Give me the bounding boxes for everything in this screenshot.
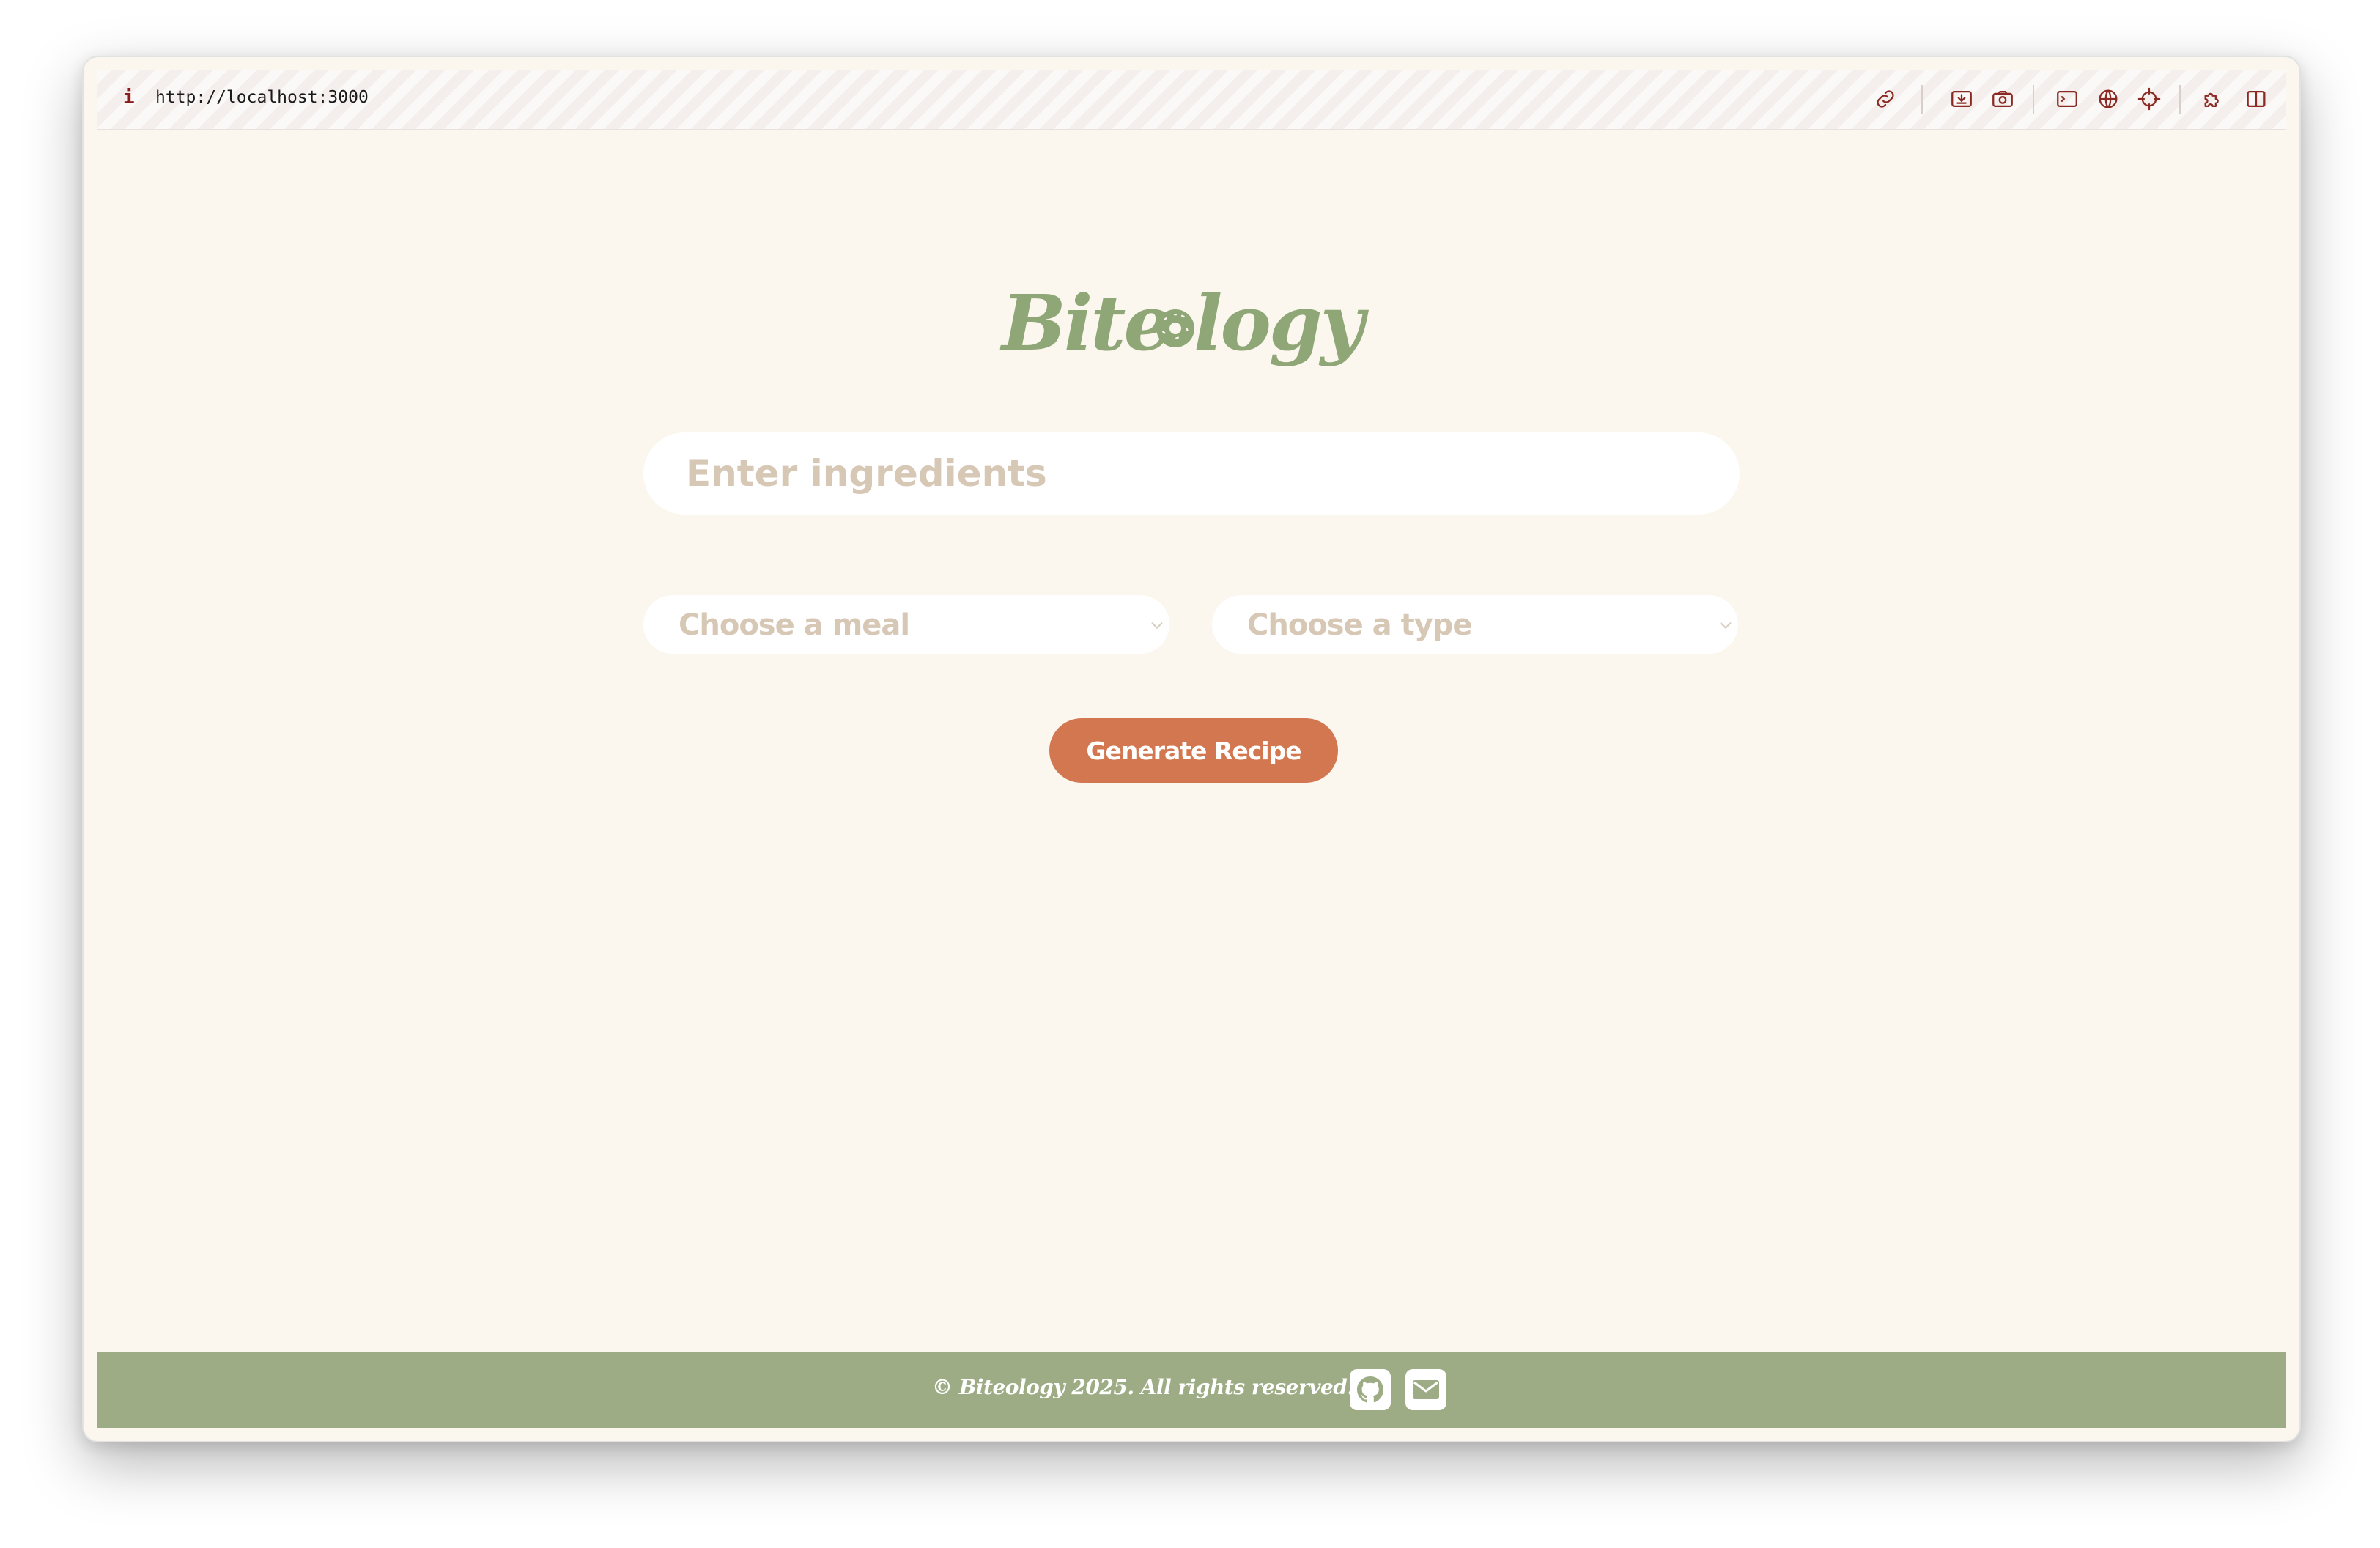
link-icon[interactable] <box>1873 86 1898 111</box>
ingredients-input[interactable] <box>643 432 1740 515</box>
biteology-logo[interactable]: Bite logy <box>1002 276 1383 386</box>
generate-recipe-button[interactable]: Generate Recipe <box>1049 718 1338 783</box>
type-select-placeholder: Choose a type <box>1247 608 1473 642</box>
url-bar[interactable]: http://localhost:3000 <box>155 88 369 107</box>
browser-window: i http://localhost:3000 Bite logy Enter … <box>82 56 2301 1442</box>
info-icon[interactable]: i <box>123 86 135 108</box>
meal-select-placeholder: Choose a meal <box>679 608 910 642</box>
toolbar-divider <box>2033 85 2034 114</box>
browser-viewport: i http://localhost:3000 Bite logy Enter … <box>97 70 2286 1428</box>
github-icon[interactable] <box>1350 1369 1391 1410</box>
split-view-icon[interactable] <box>2244 86 2269 111</box>
type-select[interactable]: Choose a type <box>1212 595 1738 654</box>
toolbar-divider <box>2179 85 2181 114</box>
meal-select[interactable]: Choose a meal <box>643 595 1169 654</box>
footer: © Biteology 2025. All rights reserved. <box>97 1352 2286 1428</box>
logo-text-left: Bite <box>1002 278 1172 368</box>
mail-icon[interactable] <box>1405 1369 1446 1410</box>
terminal-icon[interactable] <box>2055 86 2080 111</box>
logo-text-right: logy <box>1194 278 1364 368</box>
chevron-down-icon <box>1151 622 1163 630</box>
crosshair-icon[interactable] <box>2137 86 2162 111</box>
camera-icon[interactable] <box>1990 86 2015 111</box>
globe-icon[interactable] <box>2096 86 2121 111</box>
toolbar-divider <box>1921 85 1923 114</box>
download-icon[interactable] <box>1949 86 1974 111</box>
browser-toolbar: i http://localhost:3000 <box>97 70 2286 130</box>
copyright-text: © Biteology 2025. All rights reserved. <box>932 1375 1354 1399</box>
donut-icon <box>1156 309 1194 347</box>
puzzle-icon[interactable] <box>2201 86 2226 111</box>
chevron-down-icon <box>1720 622 1732 630</box>
